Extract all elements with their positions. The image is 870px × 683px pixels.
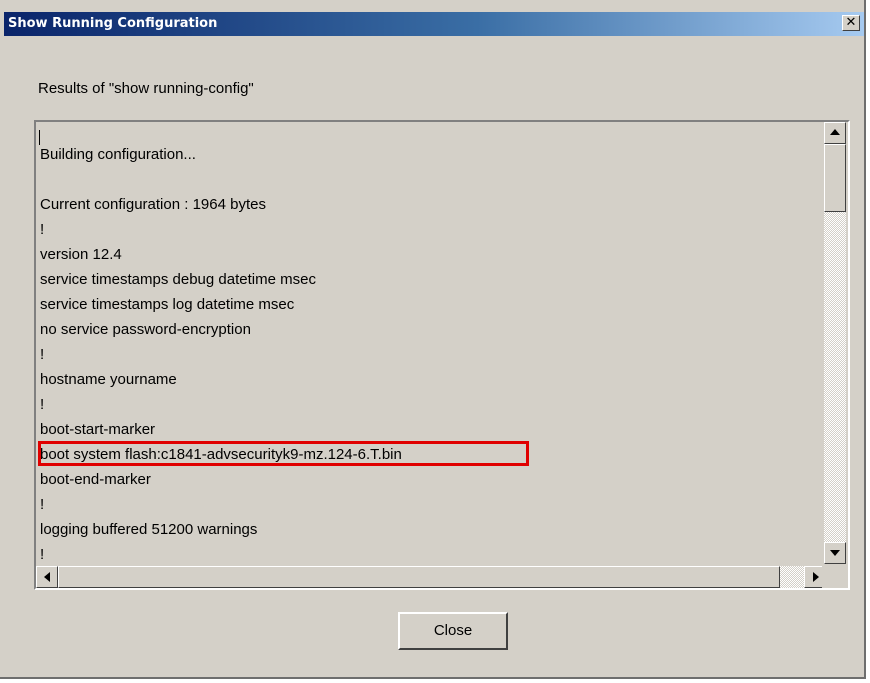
config-line: service timestamps debug datetime msec (40, 271, 316, 288)
config-line: hostname yourname (40, 371, 177, 388)
window-close-icon[interactable]: ✕ (842, 15, 860, 31)
config-line: ! (40, 496, 45, 513)
triangle-down-icon (830, 550, 840, 556)
vertical-scroll-thumb[interactable] (824, 144, 846, 212)
config-line: boot-end-marker (40, 471, 151, 488)
results-label: Results of "show running-config" (38, 80, 254, 97)
scroll-up-button[interactable] (824, 122, 846, 144)
config-line: Current configuration : 1964 bytes (40, 196, 266, 213)
config-text-content[interactable]: Building configuration... Current config… (38, 122, 824, 562)
triangle-right-icon (813, 572, 819, 582)
config-line: ! (40, 546, 45, 562)
title-bar[interactable]: Show Running Configuration ✕ (4, 12, 864, 36)
text-caret (39, 130, 40, 145)
config-line: logging buffered 51200 warnings (40, 521, 258, 538)
config-line: version 12.4 (40, 246, 122, 263)
scroll-down-button[interactable] (824, 542, 846, 564)
scroll-left-button[interactable] (36, 566, 58, 588)
config-line: ! (40, 221, 45, 238)
config-line: boot-start-marker (40, 421, 156, 438)
config-line: Building configuration... (40, 146, 196, 163)
config-line: no service password-encryption (40, 321, 251, 338)
scrollbar-corner (822, 566, 846, 588)
horizontal-scrollbar[interactable] (36, 566, 826, 588)
close-button[interactable]: Close (398, 612, 508, 650)
triangle-up-icon (830, 129, 840, 135)
config-line: ! (40, 346, 45, 363)
dialog-window: Show Running Configuration ✕ Results of … (0, 0, 866, 679)
highlight-box (38, 441, 529, 466)
window-title: Show Running Configuration (8, 16, 218, 31)
config-text-area[interactable]: Building configuration... Current config… (34, 120, 850, 590)
triangle-left-icon (44, 572, 50, 582)
config-line: service timestamps log datetime msec (40, 296, 295, 313)
horizontal-scroll-thumb[interactable] (58, 566, 780, 588)
config-line: ! (40, 396, 45, 413)
vertical-scrollbar[interactable] (824, 122, 846, 564)
